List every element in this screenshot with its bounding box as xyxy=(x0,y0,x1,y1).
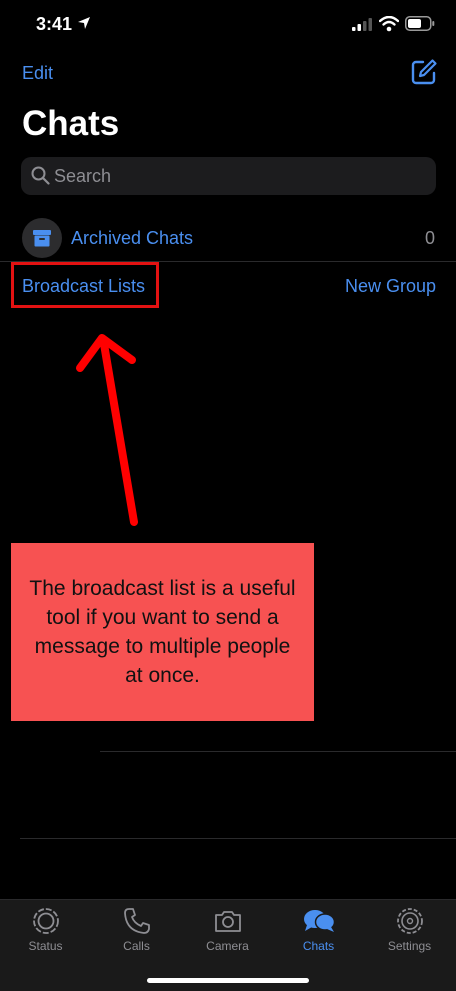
annotation-text: The broadcast list is a useful tool if y… xyxy=(29,577,296,687)
divider xyxy=(100,751,456,752)
wifi-icon xyxy=(379,16,399,32)
search-input[interactable]: Search xyxy=(21,157,436,195)
battery-icon xyxy=(405,16,435,31)
archive-box-icon xyxy=(33,230,51,247)
tab-status[interactable]: Status xyxy=(0,906,91,953)
status-time: 3:41 xyxy=(36,14,73,34)
cellular-signal-icon xyxy=(352,18,372,31)
search-icon xyxy=(31,166,50,185)
edit-button[interactable]: Edit xyxy=(22,63,53,84)
chats-icon xyxy=(303,910,335,932)
tab-label: Calls xyxy=(123,939,150,953)
divider xyxy=(20,838,456,839)
status-icon xyxy=(32,908,59,934)
tab-settings[interactable]: Settings xyxy=(364,906,455,953)
camera-icon xyxy=(214,911,241,932)
annotation-callout: The broadcast list is a useful tool if y… xyxy=(11,543,314,721)
tab-label: Camera xyxy=(206,939,249,953)
new-group-link[interactable]: New Group xyxy=(345,276,436,297)
tab-label: Status xyxy=(28,939,63,953)
annotation-arrow xyxy=(76,334,138,526)
page-title: Chats xyxy=(22,104,120,143)
broadcast-highlight-box xyxy=(11,262,159,308)
compose-icon[interactable] xyxy=(410,58,438,86)
tab-calls[interactable]: Calls xyxy=(91,906,182,953)
phone-icon xyxy=(123,908,150,934)
tab-chats[interactable]: Chats xyxy=(273,906,364,953)
search-placeholder: Search xyxy=(54,166,112,186)
archived-chats-avatar[interactable] xyxy=(22,218,62,258)
tab-camera[interactable]: Camera xyxy=(182,906,273,953)
home-indicator[interactable] xyxy=(147,978,309,983)
tab-label: Settings xyxy=(387,939,432,953)
location-arrow-icon xyxy=(78,17,90,29)
gear-icon xyxy=(396,908,423,934)
archived-chats-count: 0 xyxy=(425,228,436,248)
archived-chats-link[interactable]: Archived Chats xyxy=(71,228,193,249)
tab-label: Chats xyxy=(302,939,335,953)
